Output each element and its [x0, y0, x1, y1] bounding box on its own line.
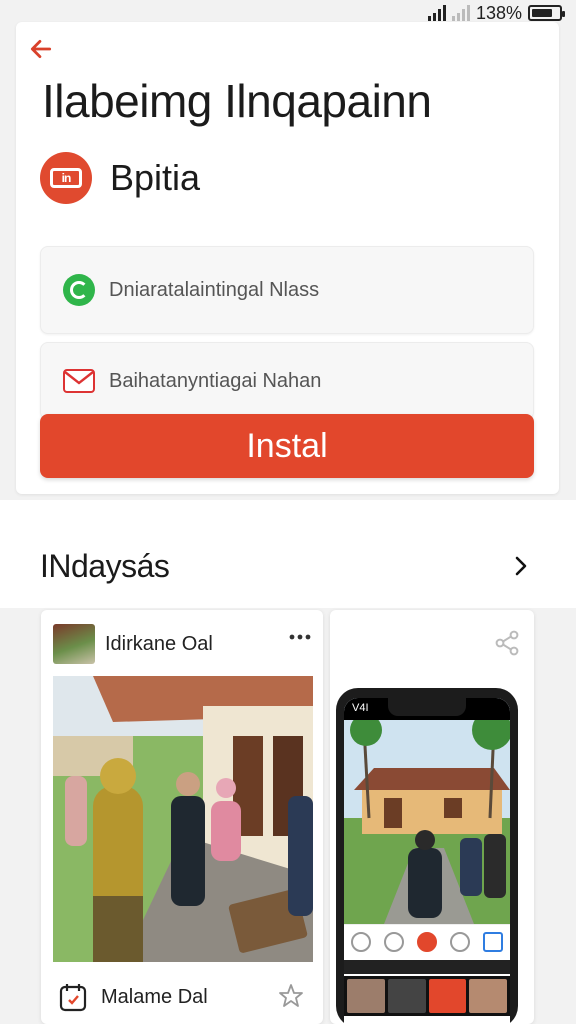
- mail-icon: [63, 369, 95, 393]
- card-thumbnail: [53, 624, 95, 664]
- section-title: INdaysás: [40, 548, 170, 584]
- calendar-icon: [59, 984, 87, 1012]
- check-icon: [63, 274, 95, 306]
- chevron-right-icon[interactable]: [512, 554, 530, 578]
- phone-mockup: V4I: [336, 688, 518, 1024]
- footer-name: Malame Dal: [101, 985, 208, 1008]
- phone-caption: [344, 960, 510, 974]
- media-card-left[interactable]: Idirkane Oal Malame Dal: [41, 610, 323, 1024]
- info-field-primary[interactable]: Dniaratalaintingal Nlass: [40, 246, 534, 334]
- install-button[interactable]: Instal: [40, 414, 534, 478]
- phone-thumbnails: [344, 976, 510, 1016]
- phone-notch: [388, 698, 466, 716]
- wifi-signal-icon: [451, 5, 470, 21]
- app-title: Ilabeimg Ilnqapainn: [42, 75, 432, 127]
- card-header: Idirkane Oal: [53, 624, 213, 664]
- phone-toolbar: [344, 924, 510, 958]
- info-field-secondary-text: Baihatanyntiagai Nahan: [109, 369, 322, 392]
- share-icon[interactable]: [494, 630, 520, 656]
- app-info-card: Ilabeimg Ilnqapainn in Bpitia Dniaratala…: [16, 22, 559, 494]
- card-name: Idirkane Oal: [105, 632, 213, 655]
- cell-signal-icon: [427, 5, 446, 21]
- card-photo: [53, 676, 313, 962]
- phone-screen: V4I: [344, 698, 510, 1024]
- more-icon[interactable]: [289, 632, 311, 642]
- battery-percent: 138%: [475, 2, 522, 23]
- battery-icon: [528, 5, 565, 21]
- info-field-primary-text: Dniaratalaintingal Nlass: [109, 278, 320, 301]
- developer-name: Bpitia: [110, 157, 201, 198]
- card-footer: Malame Dal: [59, 982, 208, 1012]
- back-arrow-icon[interactable]: [28, 36, 54, 62]
- star-icon[interactable]: [277, 982, 305, 1010]
- developer-row[interactable]: in Bpitia: [40, 152, 200, 204]
- media-card-right[interactable]: V4I: [330, 610, 534, 1024]
- section-header[interactable]: INdaysás: [0, 500, 576, 608]
- developer-logo-icon: in: [40, 152, 92, 204]
- info-field-secondary[interactable]: Baihatanyntiagai Nahan: [40, 342, 534, 420]
